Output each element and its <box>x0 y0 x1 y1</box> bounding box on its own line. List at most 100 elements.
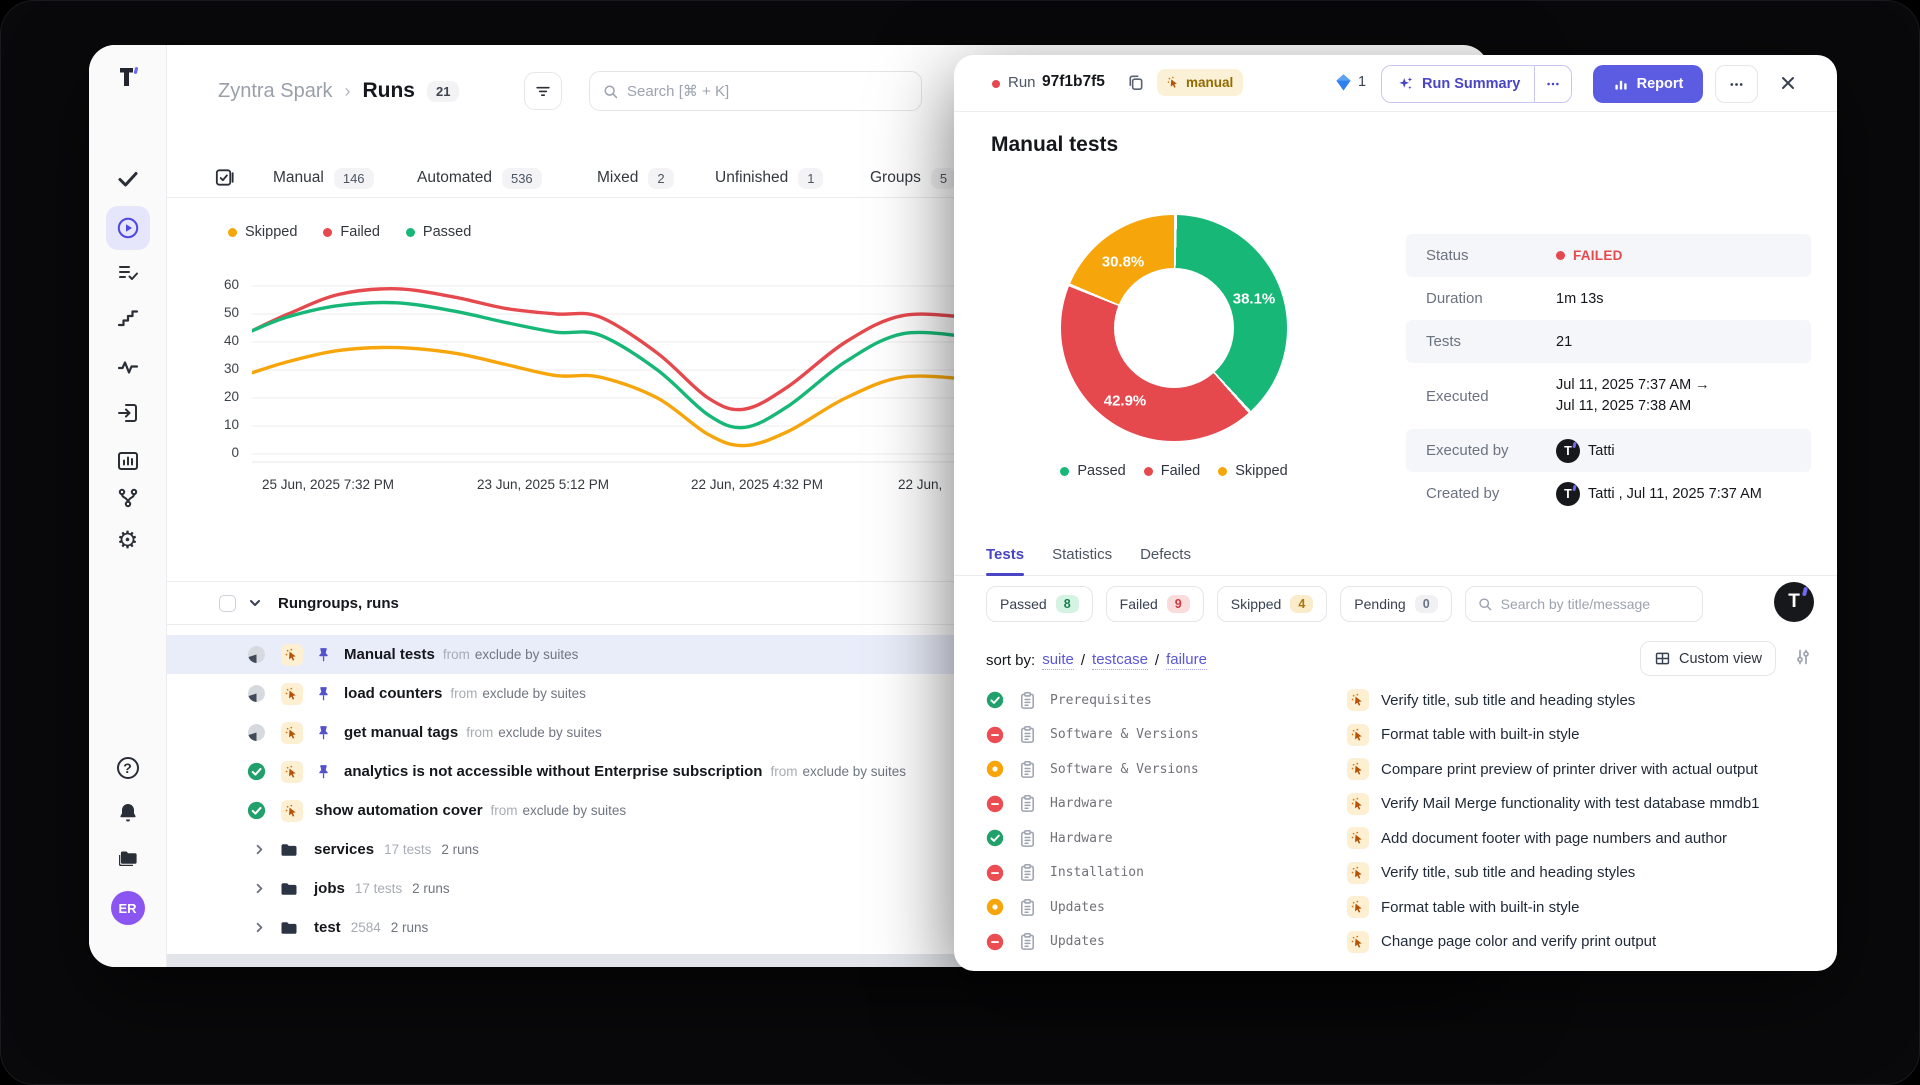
close-icon[interactable] <box>1778 73 1798 93</box>
run-summary-main[interactable]: Run Summary <box>1382 66 1534 102</box>
sidebar-item-branches-icon[interactable] <box>116 486 140 510</box>
tests-search-input[interactable] <box>1501 596 1691 612</box>
tab-defects[interactable]: Defects <box>1140 538 1191 575</box>
diamond-icon[interactable] <box>1334 73 1353 92</box>
user-avatar[interactable]: T <box>1556 482 1580 506</box>
manual-badge-label: manual <box>1186 75 1233 90</box>
chevron-down-icon[interactable] <box>247 595 263 611</box>
tasklist-icon[interactable] <box>213 166 236 189</box>
search-input[interactable] <box>627 83 909 100</box>
donut-passed-pct: 38.1% <box>1233 291 1276 308</box>
stat-row-tests: Tests 21 <box>1406 320 1811 363</box>
sidebar-item-import-icon[interactable] <box>116 401 140 425</box>
breadcrumb-project[interactable]: Zyntra Spark <box>218 80 332 103</box>
sidebar-item-checks-icon[interactable] <box>116 167 140 191</box>
report-button[interactable]: Report <box>1593 65 1703 103</box>
passed-dot-icon <box>1060 467 1069 476</box>
suite-name: Updates <box>1050 900 1335 915</box>
manual-badge[interactable]: manual <box>1157 69 1243 96</box>
projects-folder-icon[interactable] <box>116 847 140 871</box>
chip-skipped[interactable]: Skipped 4 <box>1217 586 1328 622</box>
tab-label: Manual <box>273 169 324 187</box>
legend-passed[interactable]: Passed <box>406 224 471 240</box>
cursor-click-icon <box>285 765 299 779</box>
sort-by-failure-link[interactable]: failure <box>1166 651 1207 670</box>
filter-button[interactable] <box>524 72 562 110</box>
cursor-click-icon <box>285 726 299 740</box>
app-logo-icon[interactable] <box>114 63 142 91</box>
legend-failed[interactable]: Failed <box>323 224 380 240</box>
sidebar-item-analytics-icon[interactable] <box>116 449 140 473</box>
tab-statistics[interactable]: Statistics <box>1052 538 1112 575</box>
tab-unfinished[interactable]: Unfinished 1 <box>715 158 823 198</box>
chip-pending[interactable]: Pending0 <box>1340 586 1451 622</box>
view-settings-sliders-icon[interactable] <box>1793 647 1813 667</box>
test-row[interactable]: HardwareAdd document footer with page nu… <box>954 821 1837 856</box>
panel-more-button[interactable] <box>1715 65 1758 103</box>
user-avatar[interactable]: T <box>1556 439 1580 463</box>
tab-tests[interactable]: Tests <box>986 538 1024 575</box>
run-name: analytics is not accessible without Ente… <box>344 763 762 780</box>
donut <box>1061 215 1287 441</box>
from-label: from <box>466 725 493 740</box>
legend-label: Failed <box>1161 463 1201 479</box>
run-summary-more-button[interactable] <box>1534 66 1571 102</box>
from-label: from <box>443 647 470 662</box>
donut-failed-pct: 42.9% <box>1104 393 1147 410</box>
assignee-avatar[interactable]: T <box>1774 582 1814 622</box>
pin-icon <box>315 763 332 780</box>
test-row[interactable]: UpdatesChange page color and verify prin… <box>954 925 1837 960</box>
legend-skipped[interactable]: Skipped <box>1218 463 1287 479</box>
separator: / <box>1155 652 1159 669</box>
legend-passed[interactable]: Passed <box>1060 463 1125 479</box>
stat-row-created-by: Created by TTatti , Jul 11, 2025 7:37 AM <box>1406 472 1811 515</box>
notifications-bell-icon[interactable] <box>116 801 140 825</box>
chevron-right-icon[interactable] <box>252 920 267 935</box>
legend-skipped[interactable]: Skipped <box>228 224 297 240</box>
copy-icon[interactable] <box>1126 73 1145 92</box>
series-skipped <box>252 347 976 445</box>
sidebar-item-pulse-icon[interactable] <box>116 355 140 379</box>
sidebar-item-steps-icon[interactable] <box>116 307 140 331</box>
test-title: Format table with built-in style <box>1381 899 1837 916</box>
legend-failed[interactable]: Failed <box>1144 463 1201 479</box>
cursor-click-icon <box>1351 900 1365 914</box>
chip-label: Skipped <box>1231 596 1282 612</box>
run-id: 97f1b7f5 <box>1042 73 1105 91</box>
sidebar-item-runs[interactable] <box>106 206 150 250</box>
stat-row-status: Status FAILED <box>1406 234 1811 277</box>
chip-count: 9 <box>1167 595 1190 613</box>
desktop-background: ⚙ ? ER Zyntra Spark › Runs 21 <box>0 0 1920 1085</box>
sidebar-item-testcases-icon[interactable] <box>116 261 140 285</box>
user-avatar[interactable]: ER <box>111 891 145 925</box>
manual-test-badge <box>1347 827 1369 849</box>
custom-view-button[interactable]: Custom view <box>1640 641 1776 676</box>
chip-passed[interactable]: Passed8 <box>986 586 1093 622</box>
chevron-right-icon[interactable] <box>252 881 267 896</box>
test-row[interactable]: HardwareVerify Mail Merge functionality … <box>954 787 1837 822</box>
test-row[interactable]: PrerequisitesVerify title, sub title and… <box>954 683 1837 718</box>
manual-test-badge <box>1347 758 1369 780</box>
chip-count: 4 <box>1290 595 1313 613</box>
test-row[interactable]: Software & VersionsCompare print preview… <box>954 752 1837 787</box>
skipped-dot-icon <box>1218 467 1227 476</box>
tab-manual[interactable]: Manual 146 <box>273 158 374 198</box>
stat-row-executed-by: Executed by TTatti <box>1406 429 1811 472</box>
run-summary-button[interactable]: Run Summary <box>1381 65 1572 103</box>
chip-failed[interactable]: Failed9 <box>1106 586 1204 622</box>
legend-label: Skipped <box>245 224 297 240</box>
sort-by-testcase-link[interactable]: testcase <box>1092 651 1148 670</box>
tab-groups[interactable]: Groups 5 <box>870 158 956 198</box>
sort-by-suite-link[interactable]: suite <box>1042 651 1074 670</box>
tab-automated[interactable]: Automated 536 <box>417 158 542 198</box>
tab-mixed[interactable]: Mixed 2 <box>597 158 674 198</box>
test-row[interactable]: InstallationVerify title, sub title and … <box>954 856 1837 891</box>
chevron-right-icon[interactable] <box>252 842 267 857</box>
settings-gear-icon[interactable]: ⚙ <box>116 529 140 553</box>
search-icon <box>602 83 619 100</box>
select-all-checkbox[interactable] <box>219 595 236 612</box>
chip-label: Pending <box>1354 596 1405 612</box>
test-row[interactable]: Updates Format table with built-in style <box>954 890 1837 925</box>
test-row[interactable]: Software & VersionsFormat table with bui… <box>954 718 1837 753</box>
help-icon[interactable]: ? <box>117 757 139 779</box>
